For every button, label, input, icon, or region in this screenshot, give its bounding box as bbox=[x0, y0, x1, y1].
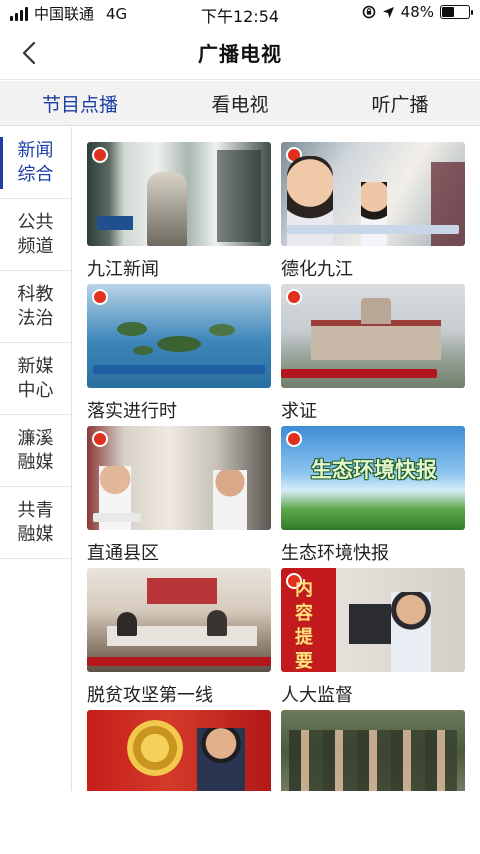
program-title: 九江新闻 bbox=[87, 259, 159, 280]
program-title: 直通县区 bbox=[87, 543, 159, 564]
program-grid: 九江新闻 德化九江 落实进行时 求证 直通县区 生态环境快报 生态环境快报 脱贫… bbox=[73, 127, 480, 791]
program-title: 落实进行时 bbox=[87, 401, 177, 422]
program-title: 求证 bbox=[281, 401, 317, 422]
station-logo-icon bbox=[94, 149, 106, 161]
program-title: 生态环境快报 bbox=[281, 543, 389, 564]
program-card[interactable]: 求证 bbox=[281, 284, 465, 423]
sidebar-item-label: 公共频道 bbox=[17, 211, 54, 257]
program-card[interactable]: 落实进行时 bbox=[87, 284, 271, 423]
program-thumbnail bbox=[87, 142, 271, 246]
program-thumbnail: 内容提要 bbox=[281, 568, 465, 672]
program-overlay-title: 内容提要 bbox=[295, 579, 313, 672]
program-card[interactable]: 九江新闻 bbox=[87, 142, 271, 281]
program-thumbnail bbox=[87, 568, 271, 672]
sidebar-item-new-media[interactable]: 新媒中心 bbox=[0, 343, 71, 415]
program-thumbnail bbox=[281, 142, 465, 246]
sidebar-item-public[interactable]: 公共频道 bbox=[0, 199, 71, 271]
sidebar-item-label: 新媒中心 bbox=[17, 355, 54, 401]
location-icon bbox=[382, 6, 394, 18]
tab-program-vod[interactable]: 节目点播 bbox=[0, 90, 160, 117]
program-card[interactable]: 内容提要 人大监督 bbox=[281, 568, 465, 707]
program-card[interactable]: 生态环境快报 生态环境快报 bbox=[281, 426, 465, 565]
station-logo-icon bbox=[288, 433, 300, 445]
battery-fill bbox=[442, 7, 455, 17]
status-bar: 中国联通 4G 下午12:54 48% bbox=[0, 0, 480, 26]
program-card[interactable]: 直通县区 bbox=[87, 426, 271, 565]
program-title: 德化九江 bbox=[281, 259, 353, 280]
battery-icon bbox=[440, 5, 473, 19]
top-tabs: 节目点播 看电视 听广播 bbox=[0, 81, 480, 126]
program-card[interactable] bbox=[281, 710, 465, 791]
program-card[interactable] bbox=[87, 710, 271, 791]
channel-sidebar: 新闻综合 公共频道 科教法治 新媒中心 濂溪融媒 共青融媒 bbox=[0, 127, 72, 854]
sidebar-item-lianxi[interactable]: 濂溪融媒 bbox=[0, 415, 71, 487]
bottom-blank-area bbox=[0, 791, 480, 854]
rotation-lock-icon bbox=[362, 5, 375, 19]
program-card[interactable]: 脱贫攻坚第一线 bbox=[87, 568, 271, 707]
program-card[interactable]: 德化九江 bbox=[281, 142, 465, 281]
sidebar-item-label: 新闻综合 bbox=[17, 139, 54, 185]
program-title: 脱贫攻坚第一线 bbox=[87, 685, 213, 706]
program-thumbnail bbox=[87, 426, 271, 530]
sidebar-item-gongqing[interactable]: 共青融媒 bbox=[0, 487, 71, 559]
program-thumbnail bbox=[87, 710, 271, 791]
station-logo-icon bbox=[288, 291, 300, 303]
sidebar-item-label: 濂溪融媒 bbox=[17, 427, 54, 473]
back-button[interactable] bbox=[16, 39, 42, 67]
tab-watch-tv[interactable]: 看电视 bbox=[160, 90, 320, 117]
tab-listen-radio[interactable]: 听广播 bbox=[320, 90, 480, 117]
chevron-left-icon bbox=[22, 41, 36, 65]
sidebar-item-science-law[interactable]: 科教法治 bbox=[0, 271, 71, 343]
station-logo-icon bbox=[94, 433, 106, 445]
program-thumbnail bbox=[281, 284, 465, 388]
status-right: 48% bbox=[362, 3, 473, 21]
nav-bar: 广播电视 bbox=[0, 26, 480, 80]
program-title: 人大监督 bbox=[281, 685, 353, 706]
program-thumbnail bbox=[281, 710, 465, 791]
sidebar-item-news[interactable]: 新闻综合 bbox=[0, 127, 71, 199]
program-thumbnail bbox=[87, 284, 271, 388]
station-logo-icon bbox=[94, 291, 106, 303]
battery-percent: 48% bbox=[400, 3, 434, 21]
program-thumbnail: 生态环境快报 bbox=[281, 426, 465, 530]
sidebar-item-label: 共青融媒 bbox=[17, 499, 54, 545]
page-title: 广播电视 bbox=[198, 42, 282, 66]
sidebar-item-label: 科教法治 bbox=[17, 283, 54, 329]
program-overlay-title: 生态环境快报 bbox=[311, 457, 437, 482]
